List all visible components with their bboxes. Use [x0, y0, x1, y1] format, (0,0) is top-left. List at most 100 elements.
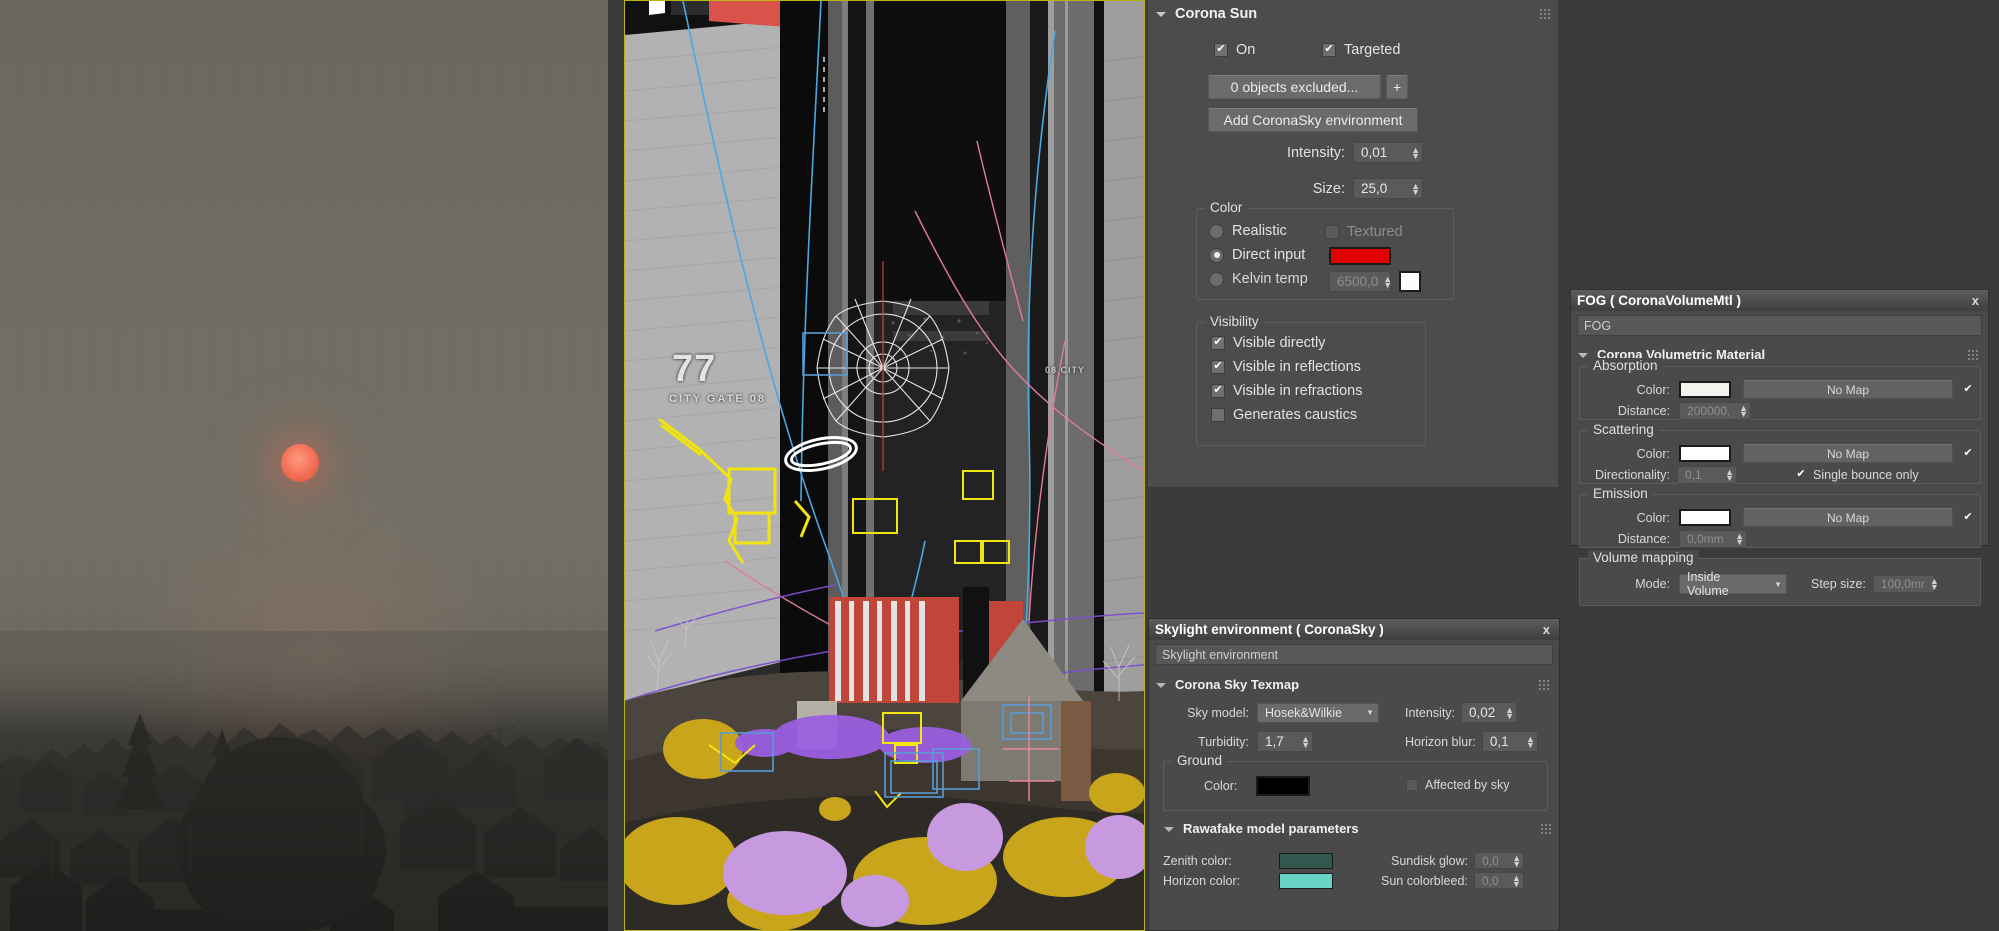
targeted-checkbox-row[interactable]: Targeted	[1322, 42, 1400, 58]
collapse-triangle-icon[interactable]	[1578, 352, 1588, 358]
grip-handle-icon[interactable]	[1539, 8, 1550, 19]
corona-sky-texmap-header[interactable]: Corona Sky Texmap	[1149, 673, 1559, 695]
grip-handle-icon[interactable]	[1967, 349, 1978, 360]
grip-handle-icon[interactable]	[1538, 679, 1549, 690]
direct-input-radio[interactable]	[1209, 247, 1224, 263]
absorption-distance-row: Distance: 200000, ▲ ▼	[1590, 402, 1751, 420]
emission-color-label: Color:	[1636, 510, 1670, 525]
close-icon[interactable]: x	[1969, 293, 1982, 308]
mode-select[interactable]: Inside Volume ▼	[1679, 570, 1787, 598]
targeted-checkbox[interactable]	[1322, 43, 1336, 57]
realistic-radio[interactable]	[1209, 223, 1224, 239]
spinner-arrows-icon[interactable]: ▲ ▼	[1735, 532, 1744, 547]
spinner-arrows-icon[interactable]: ▲ ▼	[1526, 734, 1535, 749]
visible-reflections-label: Visible in reflections	[1233, 359, 1361, 375]
zenith-color-label: Zenith color:	[1163, 853, 1232, 868]
ground-color-swatch[interactable]	[1256, 776, 1310, 796]
visible-refractions-checkbox[interactable]	[1211, 384, 1225, 398]
affected-by-sky-row[interactable]: Affected by sky	[1406, 778, 1510, 792]
scattering-color-swatch[interactable]	[1679, 445, 1731, 462]
textured-checkbox-row[interactable]: Textured	[1325, 224, 1403, 240]
visible-reflections-checkbox[interactable]	[1211, 360, 1225, 374]
emission-map-enable-checkbox[interactable]	[1962, 512, 1974, 524]
visible-directly-checkbox[interactable]	[1211, 336, 1225, 350]
skylight-title-bar[interactable]: Skylight environment ( CoronaSky ) x	[1149, 619, 1559, 640]
horizon-blur-spinner[interactable]: 0,1 ▲ ▼	[1481, 731, 1538, 752]
fog-title-bar[interactable]: FOG ( CoronaVolumeMtl ) x	[1571, 290, 1988, 311]
realistic-radio-row[interactable]: Realistic	[1209, 223, 1287, 239]
step-size-spinner[interactable]: 100,0mr ▲ ▼	[1872, 575, 1939, 593]
absorption-distance-spinner[interactable]: 200000, ▲ ▼	[1679, 402, 1751, 420]
turbidity-spinner[interactable]: 1,7 ▲ ▼	[1257, 731, 1313, 752]
sundisk-glow-spinner[interactable]: 0,0 ▲ ▼	[1474, 852, 1525, 869]
size-spinner[interactable]: 25,0 ▲ ▼	[1353, 178, 1423, 199]
spinner-arrows-icon[interactable]: ▲ ▼	[1383, 274, 1392, 289]
absorption-distance-value: 200000,	[1687, 404, 1731, 418]
grip-handle-icon[interactable]	[1540, 823, 1551, 834]
kelvin-radio-row[interactable]: Kelvin temp	[1209, 271, 1308, 287]
spinner-arrows-icon[interactable]: ▲ ▼	[1739, 404, 1748, 419]
fog-name-field[interactable]: FOG	[1577, 315, 1982, 336]
emission-distance-spinner[interactable]: 0,0mm ▲ ▼	[1679, 530, 1747, 548]
spinner-arrows-icon[interactable]: ▲ ▼	[1411, 181, 1420, 196]
spinner-arrows-icon[interactable]: ▲ ▼	[1301, 734, 1310, 749]
close-icon[interactable]: x	[1540, 622, 1553, 637]
textured-checkbox[interactable]	[1325, 225, 1339, 239]
zenith-color-swatch[interactable]	[1279, 852, 1333, 869]
visible-refractions-row[interactable]: Visible in refractions	[1211, 383, 1363, 399]
collapse-triangle-icon[interactable]	[1156, 12, 1166, 17]
spinner-arrows-icon[interactable]: ▲ ▼	[1725, 468, 1734, 483]
generates-caustics-label: Generates caustics	[1233, 407, 1358, 423]
emission-distance-label: Distance:	[1617, 532, 1670, 546]
panel-divider	[608, 0, 624, 931]
sky-intensity-spinner[interactable]: 0,02 ▲ ▼	[1461, 702, 1518, 723]
single-bounce-checkbox[interactable]	[1795, 469, 1807, 481]
horizon-color-swatch[interactable]	[1279, 872, 1333, 889]
intensity-spinner[interactable]: 0,01 ▲ ▼	[1353, 142, 1423, 163]
add-exclusion-button[interactable]: +	[1386, 75, 1408, 99]
chevron-down-icon[interactable]: ▼	[1356, 708, 1374, 717]
spinner-arrows-icon[interactable]: ▲ ▼	[1930, 577, 1939, 592]
scattering-map-enable-checkbox[interactable]	[1962, 448, 1974, 460]
skylight-name-field[interactable]: Skylight environment	[1155, 644, 1553, 665]
kelvin-color-swatch[interactable]	[1399, 271, 1421, 292]
scattering-map-button[interactable]: No Map	[1743, 444, 1953, 463]
directionality-spinner[interactable]: 0,1 ▲ ▼	[1677, 466, 1737, 484]
corona-sun-rollout-header[interactable]: Corona Sun	[1148, 0, 1558, 27]
on-checkbox[interactable]	[1214, 43, 1228, 57]
rawafake-rollout-header[interactable]: Rawafake model parameters	[1149, 817, 1561, 839]
on-checkbox-row[interactable]: On	[1214, 42, 1255, 58]
chevron-down-icon[interactable]: ▼	[1764, 580, 1782, 589]
kelvin-radio[interactable]	[1209, 271, 1224, 287]
viewport-3d[interactable]: 77 CITY GATE 08 08 CITY	[624, 0, 1145, 931]
direct-input-radio-row[interactable]: Direct input	[1209, 247, 1305, 263]
sun-colorbleed-spinner[interactable]: 0,0 ▲ ▼	[1473, 872, 1524, 889]
emission-map-button[interactable]: No Map	[1743, 508, 1953, 527]
objects-excluded-button[interactable]: 0 objects excluded...	[1208, 75, 1381, 99]
horizon-color-label: Horizon color:	[1163, 873, 1241, 888]
generates-caustics-row[interactable]: Generates caustics	[1211, 407, 1357, 423]
spinner-arrows-icon[interactable]: ▲ ▼	[1411, 145, 1420, 160]
visible-directly-row[interactable]: Visible directly	[1211, 335, 1325, 351]
absorption-group: Absorption Color: No Map Distance: 20000…	[1579, 358, 1981, 420]
spinner-arrows-icon[interactable]: ▲ ▼	[1512, 853, 1521, 868]
sky-model-select[interactable]: Hosek&Wilkie ▼	[1257, 702, 1379, 723]
targeted-label: Targeted	[1344, 42, 1401, 58]
collapse-triangle-icon[interactable]	[1156, 682, 1166, 688]
kelvin-spinner[interactable]: 6500,0 ▲ ▼	[1329, 271, 1392, 292]
absorption-color-swatch[interactable]	[1679, 381, 1731, 398]
direct-input-color-swatch[interactable]	[1329, 247, 1391, 265]
spinner-arrows-icon[interactable]: ▲ ▼	[1505, 705, 1514, 720]
emission-color-swatch[interactable]	[1679, 509, 1731, 526]
rendered-image-preview	[0, 0, 608, 931]
visible-reflections-row[interactable]: Visible in reflections	[1211, 359, 1361, 375]
sky-intensity-value: 0,02	[1469, 705, 1496, 720]
collapse-triangle-icon[interactable]	[1164, 826, 1174, 832]
add-coronasky-environment-button[interactable]: Add CoronaSky environment	[1208, 108, 1418, 132]
absorption-map-enable-checkbox[interactable]	[1962, 384, 1974, 396]
generates-caustics-checkbox[interactable]	[1211, 408, 1225, 422]
affected-by-sky-checkbox[interactable]	[1406, 779, 1418, 791]
kelvin-label: Kelvin temp	[1232, 271, 1308, 287]
absorption-map-button[interactable]: No Map	[1743, 380, 1953, 399]
spinner-arrows-icon[interactable]: ▲ ▼	[1512, 873, 1521, 888]
